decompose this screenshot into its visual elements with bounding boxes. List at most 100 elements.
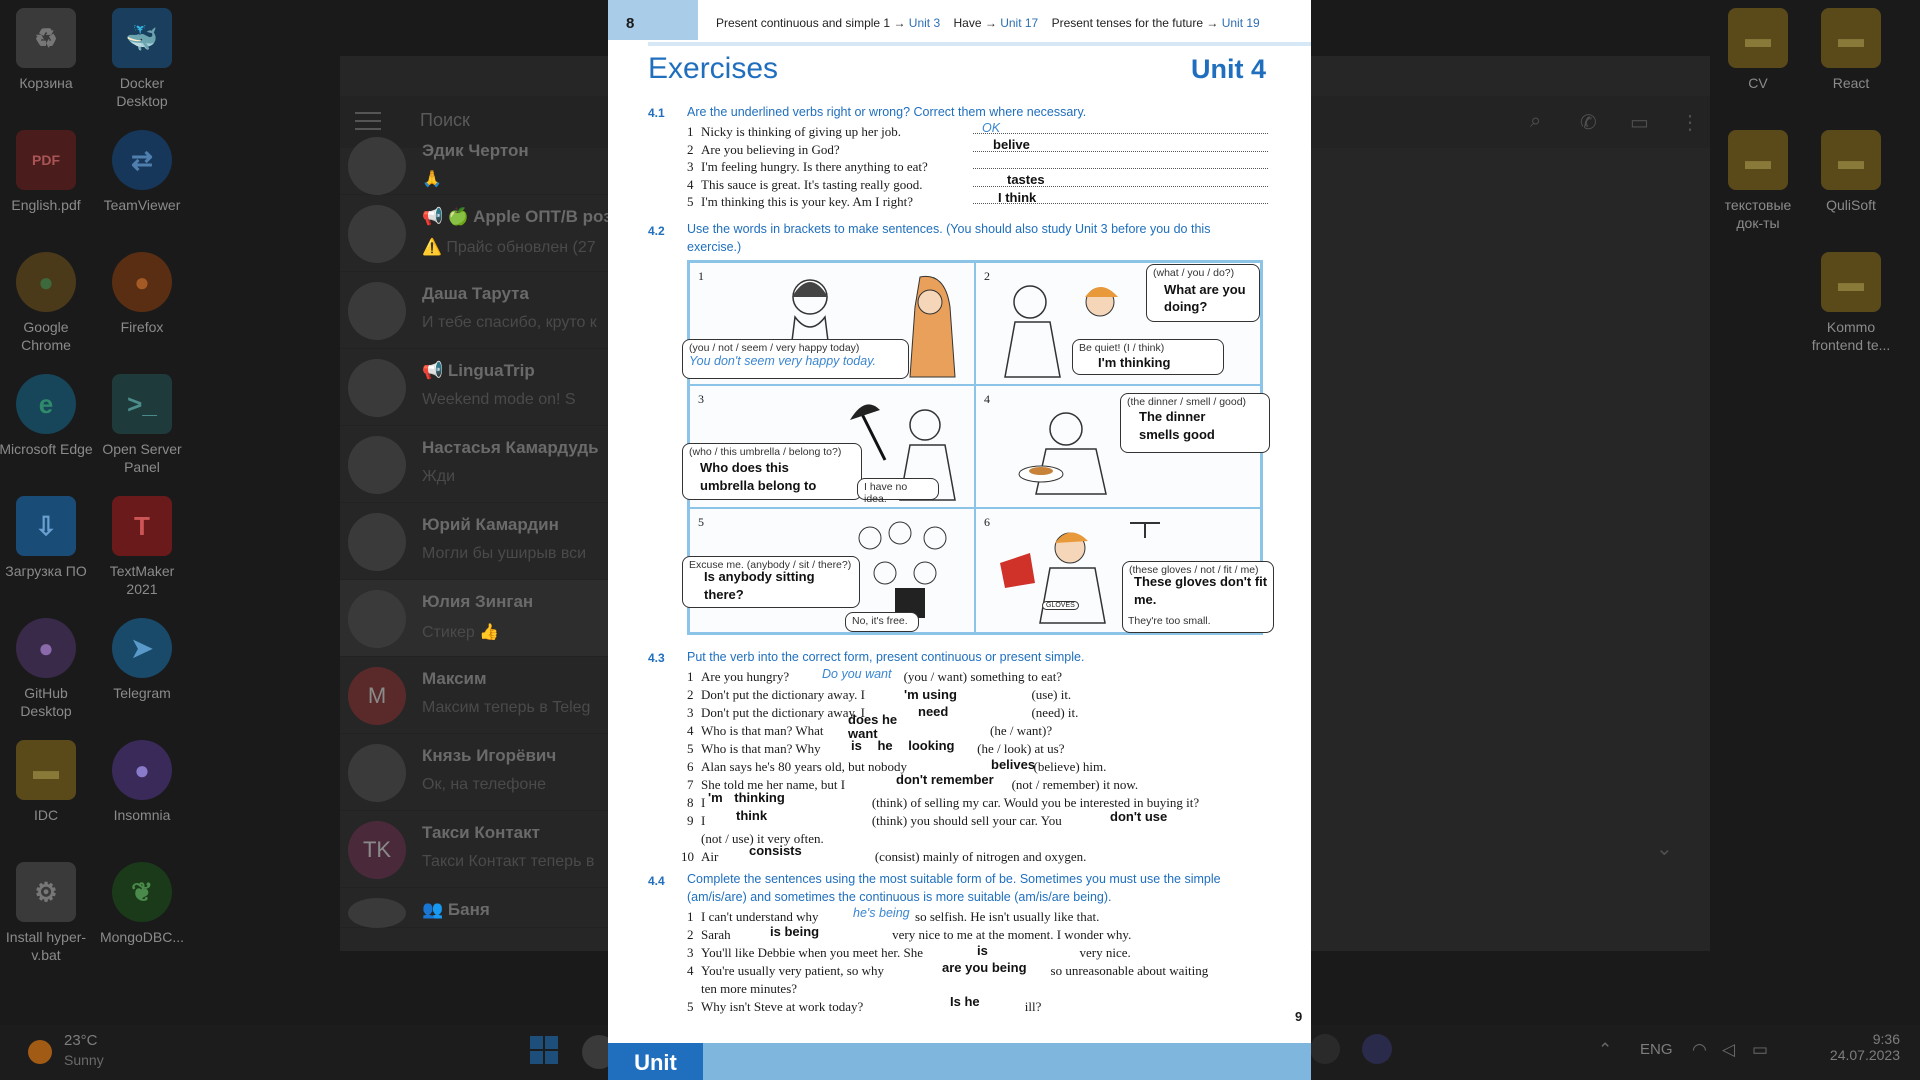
chat-item[interactable]: Эдик Чертон 🙏 — [340, 137, 610, 195]
start-button[interactable] — [530, 1036, 558, 1064]
wifi-icon[interactable]: ◠ — [1692, 1040, 1707, 1060]
app-taskbar-icon[interactable] — [1310, 1034, 1340, 1064]
chat-item[interactable]: 📢 🍏 Apple ОПТ/В розн ⚠️ Прайс обновлен (… — [340, 195, 622, 272]
written-answer: are you being — [942, 960, 1027, 975]
phone-icon[interactable]: ✆ — [1580, 110, 1597, 135]
telegram-search-input[interactable]: Поиск — [420, 110, 470, 131]
chat-preview: И тебе спасибо, круто к — [422, 314, 597, 331]
avatar — [348, 898, 406, 928]
chat-item[interactable]: 📢 LinguaTrip Weekend mode on! S — [340, 349, 610, 426]
chat-name: 👥 Баня — [422, 900, 490, 919]
app-taskbar-icon[interactable] — [1362, 1034, 1392, 1064]
page-number-right: 9 — [1295, 1009, 1303, 1024]
written-answer: don't use — [1110, 809, 1168, 824]
chat-preview: 🙏 — [422, 171, 442, 188]
chat-preview: Weekend mode on! S — [422, 391, 576, 408]
desktop-icon-english-pdf[interactable]: PDF English.pdf — [0, 130, 94, 214]
written-answer: I think — [998, 190, 1037, 205]
footer-unit-tab: Unit — [608, 1043, 703, 1080]
written-answer: What are you doing? — [1164, 282, 1246, 314]
exercise-number: 4.4 — [648, 874, 665, 888]
desktop-icon-github[interactable]: ● GitHub Desktop — [0, 618, 94, 720]
desktop-icon-cv[interactable]: ▬ CV — [1710, 8, 1806, 92]
exercise-line: 5 I'm thinking this is your key. Am I rig… — [687, 194, 914, 209]
avatar: M — [348, 667, 406, 725]
volume-icon[interactable]: ◁ — [1722, 1040, 1735, 1060]
desktop-icon-edge[interactable]: e Microsoft Edge — [0, 374, 94, 458]
avatar — [348, 282, 406, 340]
sample-answer: OK — [982, 121, 1001, 135]
desktop-icon-mongodb[interactable]: ❦ MongoDBC... — [94, 862, 190, 946]
weather-temperature[interactable]: 23°C — [64, 1032, 98, 1049]
desktop-icon-insomnia[interactable]: ● Insomnia — [94, 740, 190, 824]
exercise-number: 4.1 — [648, 106, 665, 120]
language-indicator[interactable]: ENG — [1640, 1041, 1673, 1058]
folder-icon: ▬ — [1728, 8, 1788, 68]
written-answer: tastes — [1007, 172, 1045, 187]
desktop-icon-qulisoft[interactable]: ▬ QuliSoft — [1803, 130, 1899, 214]
telegram-icon: ➤ — [112, 618, 172, 678]
desktop-icon-download[interactable]: ⇩ Загрузка ПО — [0, 496, 94, 580]
chat-name: 📢 🍏 Apple ОПТ/В розн — [422, 207, 622, 226]
desktop-icon-chrome[interactable]: ● Google Chrome — [0, 252, 94, 354]
page-title: Exercises — [648, 52, 779, 85]
desktop-icon-text-docs[interactable]: ▬ текстовые док-ты — [1710, 130, 1806, 232]
exercise-instructions: Use the words in brackets to make senten… — [687, 222, 1211, 254]
header-divider — [648, 42, 1311, 46]
download-icon: ⇩ — [16, 496, 76, 556]
written-answer: belive — [993, 137, 1030, 152]
written-answer: don't remember — [896, 772, 994, 787]
desktop-icon-open-server[interactable]: >_ Open Server Panel — [94, 374, 190, 476]
desktop-icon-firefox[interactable]: ● Firefox — [94, 252, 190, 336]
written-answer: does he want — [848, 712, 898, 741]
written-answer: consists — [749, 843, 802, 858]
desktop-icon-install-hyperv[interactable]: ⚙ Install hyper-v.bat — [0, 862, 94, 964]
chat-item[interactable]: Юлия Зинган Стикер 👍 — [340, 580, 610, 657]
avatar — [348, 590, 406, 648]
chat-preview: Ок, на телефоне — [422, 776, 547, 793]
chevron-down-icon[interactable]: ⌄ — [1656, 836, 1673, 861]
speech-bubble: I have no idea. — [857, 478, 939, 505]
chevron-up-icon[interactable]: ⌃ — [1598, 1040, 1612, 1060]
written-answer: is he looking — [851, 738, 955, 753]
textmaker-icon: T — [112, 496, 172, 556]
clock[interactable]: 9:36 24.07.2023 — [1820, 1031, 1900, 1063]
written-answer: I'm thinking — [1098, 355, 1171, 370]
mongodb-icon: ❦ — [112, 862, 172, 922]
exercise-line: 3 You'll like Debbie when you meet her. S… — [687, 945, 1131, 960]
unit-title: Unit 4 — [1191, 54, 1267, 84]
more-icon[interactable]: ⋮ — [1680, 110, 1700, 135]
chat-item[interactable]: Настасья Камардудь Жди — [340, 426, 610, 503]
menu-icon[interactable] — [355, 112, 381, 132]
sidebar-icon[interactable]: ▭ — [1630, 110, 1649, 135]
gloves-tag: GLOVES — [1042, 601, 1079, 610]
avatar — [348, 359, 406, 417]
chat-item[interactable]: 👥 Баня — [340, 888, 610, 928]
exercise-line: 1 Nicky is thinking of giving up her job. — [687, 124, 902, 139]
desktop-icon-kommo[interactable]: ▬ Kommo frontend te... — [1803, 252, 1899, 354]
desktop-icon-telegram[interactable]: ➤ Telegram — [94, 618, 190, 702]
answer-line — [973, 155, 1268, 169]
desktop-icon-teamviewer[interactable]: ⇄ TeamViewer — [94, 130, 190, 214]
desktop-icon-react[interactable]: ▬ React — [1803, 8, 1899, 92]
desktop-icon-docker[interactable]: 🐳 Docker Desktop — [94, 8, 190, 110]
page-number: 8 — [626, 15, 635, 32]
chat-item[interactable]: Князь Игорёвич Ок, на телефоне — [340, 734, 610, 811]
speech-bubble: (you / not / seem / very happy today) Yo… — [682, 339, 909, 379]
chat-item[interactable]: M Максим Максим теперь в Teleg — [340, 657, 610, 734]
chat-item[interactable]: Юрий Камардин Могли бы уширыв вси — [340, 503, 610, 580]
desktop-icon-idc[interactable]: ▬ IDC — [0, 740, 94, 824]
chat-item[interactable]: Даша Тарута И тебе спасибо, круто к — [340, 272, 610, 349]
cross-reference: Present continuous and simple 1 → Unit 3… — [716, 16, 1260, 30]
desktop-icon-recycle-bin[interactable]: ♻ Корзина — [0, 8, 94, 92]
desktop-icon-textmaker[interactable]: T TextMaker 2021 — [94, 496, 190, 598]
sample-answer: Do you want — [822, 667, 892, 681]
chat-item[interactable]: TK Такси Контакт Такси Контакт теперь в — [340, 811, 610, 888]
folder-icon: ▬ — [1821, 130, 1881, 190]
exercise-line: 4 This sauce is great. It's tasting reall… — [687, 177, 923, 192]
search-icon[interactable]: ⌕ — [1530, 110, 1541, 133]
battery-icon[interactable]: ▭ — [1752, 1040, 1768, 1060]
avatar — [348, 513, 406, 571]
folder-icon: ▬ — [1728, 130, 1788, 190]
written-answer: 'm using — [904, 687, 957, 702]
